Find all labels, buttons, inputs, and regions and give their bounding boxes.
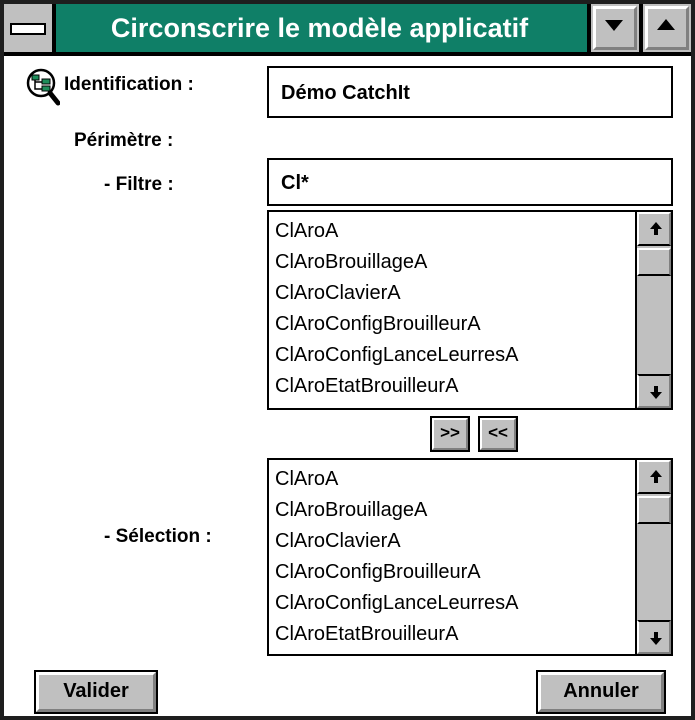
filtre-input[interactable]: Cl*	[267, 158, 673, 206]
maximize-button[interactable]	[639, 4, 691, 52]
scroll-down-button[interactable]	[637, 620, 671, 654]
scroll-up-button[interactable]	[637, 212, 671, 246]
list-item[interactable]: ClAroBrouillageA	[269, 495, 635, 526]
validate-button-label: Valider	[63, 680, 129, 702]
perimetre-label: Périmètre :	[74, 130, 174, 151]
dialog-window: Circonscrire le modèle applicatif Identi…	[0, 0, 695, 720]
selection-label: - Sélection :	[104, 526, 212, 547]
list-item[interactable]: ClAroClavierA	[269, 278, 635, 309]
scroll-thumb[interactable]	[637, 496, 671, 524]
arrow-up-icon	[650, 470, 662, 477]
scroll-down-button[interactable]	[637, 374, 671, 408]
minimize-button[interactable]	[587, 4, 639, 52]
chevron-up-icon	[657, 19, 675, 30]
chevron-down-icon	[605, 20, 623, 31]
list-item[interactable]: ClAroA	[269, 464, 635, 495]
cancel-button[interactable]: Annuler	[536, 670, 666, 714]
list-item[interactable]: ClAroEtatBrouilleurA	[269, 371, 635, 402]
remove-selection-label: <<	[488, 423, 508, 442]
validate-button[interactable]: Valider	[34, 670, 158, 714]
scroll-up-button[interactable]	[637, 460, 671, 494]
cancel-button-label: Annuler	[563, 680, 639, 702]
add-selection-label: >>	[440, 423, 460, 442]
identification-field[interactable]: Démo CatchIt	[267, 66, 673, 118]
arrow-down-icon	[650, 638, 662, 645]
arrow-down-icon	[650, 392, 662, 399]
system-menu-icon	[10, 23, 46, 35]
system-menu-button[interactable]	[4, 4, 56, 52]
list-item[interactable]: ClAroEtatBrouilleurA	[269, 619, 635, 650]
list-item[interactable]: ClAroA	[269, 216, 635, 247]
filtre-label: - Filtre :	[104, 174, 174, 195]
available-listbox[interactable]: ClAroA ClAroBrouillageA ClAroClavierA Cl…	[267, 210, 673, 410]
list-item[interactable]: ClAroConfigLanceLeurresA	[269, 340, 635, 371]
selection-listbox[interactable]: ClAroA ClAroBrouillageA ClAroClavierA Cl…	[267, 458, 673, 656]
model-tree-magnifier-icon	[26, 68, 60, 106]
title-bar[interactable]: Circonscrire le modèle applicatif	[4, 4, 691, 56]
list-item[interactable]: ClAroBrouillageA	[269, 247, 635, 278]
add-selection-button[interactable]: >>	[430, 416, 470, 452]
selection-scrollbar[interactable]	[635, 460, 671, 654]
available-scrollbar[interactable]	[635, 212, 671, 408]
list-item[interactable]: ClAroConfigBrouilleurA	[269, 309, 635, 340]
list-item[interactable]: ClAroConfigBrouilleurA	[269, 557, 635, 588]
identification-label: Identification :	[64, 74, 194, 95]
list-item[interactable]: ClAroClavierA	[269, 526, 635, 557]
remove-selection-button[interactable]: <<	[478, 416, 518, 452]
arrow-up-icon	[650, 222, 662, 229]
scroll-thumb[interactable]	[637, 248, 671, 276]
window-title: Circonscrire le modèle applicatif	[110, 13, 529, 43]
list-item[interactable]: ClAroConfigLanceLeurresA	[269, 588, 635, 619]
